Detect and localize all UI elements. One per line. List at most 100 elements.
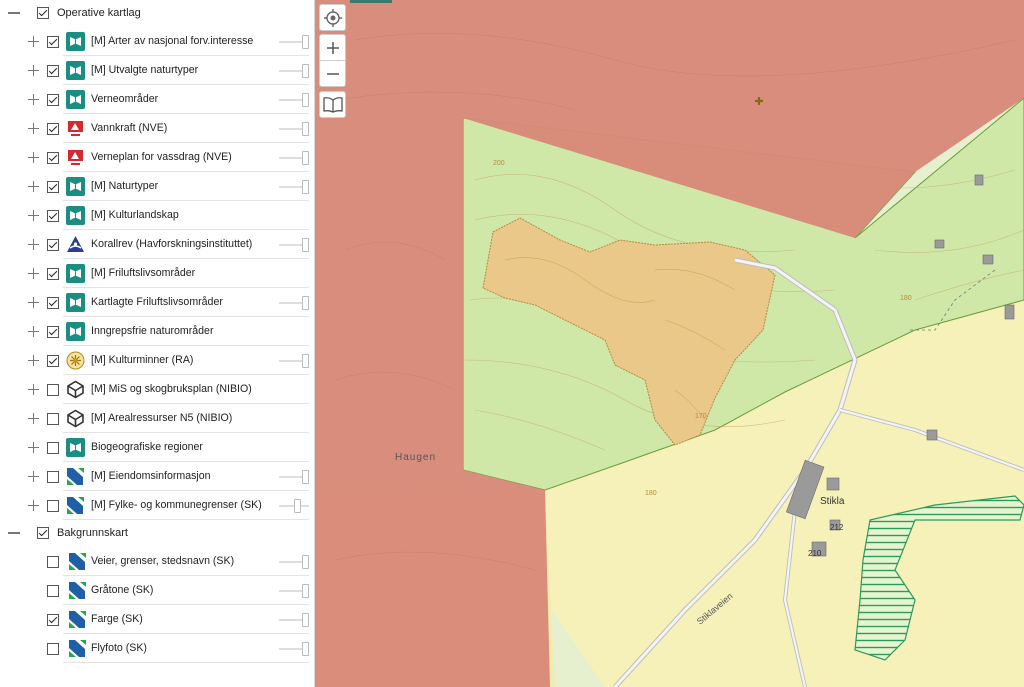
opacity-slider[interactable] xyxy=(279,354,309,368)
layer-row[interactable]: [M] Eiendomsinformasjon xyxy=(0,462,314,491)
opacity-slider[interactable] xyxy=(279,35,309,49)
zoom-in-button[interactable] xyxy=(319,34,346,61)
layer-checkbox[interactable] xyxy=(47,442,59,454)
layer-row[interactable]: Vannkraft (NVE) xyxy=(0,114,314,143)
layer-label: Korallrev (Havforskningsinstituttet) xyxy=(91,238,253,250)
layer-label: Kartlagte Friluftslivsområder xyxy=(91,296,223,308)
expand-layer-icon[interactable] xyxy=(28,355,39,366)
layer-checkbox[interactable] xyxy=(47,268,59,280)
layer-row[interactable]: Verneområder xyxy=(0,85,314,114)
layer-checkbox[interactable] xyxy=(47,500,59,512)
layer-row[interactable]: Korallrev (Havforskningsinstituttet) xyxy=(0,230,314,259)
nve-icon xyxy=(66,148,85,167)
building-number: 210 xyxy=(808,549,822,558)
layer-checkbox[interactable] xyxy=(47,123,59,135)
expand-layer-icon[interactable] xyxy=(28,442,39,453)
layer-label: Biogeografiske regioner xyxy=(91,441,203,453)
expand-layer-icon[interactable] xyxy=(28,181,39,192)
expand-layer-icon[interactable] xyxy=(28,152,39,163)
layer-label: [M] Arter av nasjonal forv.interesse xyxy=(91,35,254,47)
expand-layer-icon[interactable] xyxy=(28,471,39,482)
opacity-slider[interactable] xyxy=(279,296,309,310)
layer-row[interactable]: Inngrepsfrie naturområder xyxy=(0,317,314,346)
opacity-slider[interactable] xyxy=(279,180,309,194)
layer-checkbox[interactable] xyxy=(47,36,59,48)
layer-label: [M] MiS og skogbruksplan (NIBIO) xyxy=(91,383,252,395)
layer-checkbox[interactable] xyxy=(47,210,59,222)
layer-row[interactable]: Farge (SK) xyxy=(0,605,314,634)
opacity-slider[interactable] xyxy=(279,584,309,598)
layer-row[interactable]: [M] Utvalgte naturtyper xyxy=(0,56,314,85)
layer-checkbox[interactable] xyxy=(47,65,59,77)
layer-row[interactable]: [M] Kulturlandskap xyxy=(0,201,314,230)
layer-row[interactable]: Verneplan for vassdrag (NVE) xyxy=(0,143,314,172)
expand-layer-icon[interactable] xyxy=(28,413,39,424)
opacity-slider[interactable] xyxy=(279,642,309,656)
collapse-toggle-icon[interactable] xyxy=(7,6,21,20)
layer-checkbox[interactable] xyxy=(47,384,59,396)
layer-checkbox[interactable] xyxy=(47,239,59,251)
expand-layer-icon[interactable] xyxy=(28,268,39,279)
opacity-slider[interactable] xyxy=(279,555,309,569)
miljo-icon xyxy=(66,32,85,51)
layer-label: [M] Kulturlandskap xyxy=(91,209,179,221)
layer-checkbox[interactable] xyxy=(47,643,59,655)
map-view[interactable]: Haugen Stikla Stiklaveien 212 210 200 18… xyxy=(315,0,1024,687)
layer-checkbox[interactable] xyxy=(47,94,59,106)
group-checkbox[interactable] xyxy=(37,527,49,539)
opacity-slider[interactable] xyxy=(279,93,309,107)
map-canvas[interactable]: Haugen Stikla Stiklaveien 212 210 200 18… xyxy=(315,0,1024,687)
expand-layer-icon[interactable] xyxy=(28,239,39,250)
expand-layer-icon[interactable] xyxy=(28,123,39,134)
expand-layer-icon[interactable] xyxy=(28,500,39,511)
layer-checkbox[interactable] xyxy=(47,326,59,338)
layer-checkbox[interactable] xyxy=(47,413,59,425)
miljo-icon xyxy=(66,322,85,341)
expand-layer-icon[interactable] xyxy=(28,65,39,76)
layer-row[interactable]: Gråtone (SK) xyxy=(0,576,314,605)
layer-label: [M] Arealressurser N5 (NIBIO) xyxy=(91,412,233,424)
legend-button[interactable] xyxy=(319,91,346,118)
miljo-icon xyxy=(66,438,85,457)
layer-row[interactable]: Flyfoto (SK) xyxy=(0,634,314,663)
zoom-out-button[interactable] xyxy=(319,60,346,87)
layer-row[interactable]: Veier, grenser, stedsnavn (SK) xyxy=(0,547,314,576)
expand-layer-icon[interactable] xyxy=(28,94,39,105)
opacity-slider[interactable] xyxy=(279,122,309,136)
expand-layer-icon[interactable] xyxy=(28,36,39,47)
miljo-icon xyxy=(66,177,85,196)
layer-checkbox[interactable] xyxy=(47,355,59,367)
opacity-slider[interactable] xyxy=(279,151,309,165)
contour-label: 170 xyxy=(695,413,707,420)
expand-layer-icon[interactable] xyxy=(28,326,39,337)
layer-row[interactable]: Kartlagte Friluftslivsområder xyxy=(0,288,314,317)
layer-row[interactable]: [M] Naturtyper xyxy=(0,172,314,201)
opacity-slider[interactable] xyxy=(279,64,309,78)
layer-checkbox[interactable] xyxy=(47,297,59,309)
layer-row[interactable]: [M] MiS og skogbruksplan (NIBIO) xyxy=(0,375,314,404)
layer-checkbox[interactable] xyxy=(47,471,59,483)
layer-checkbox[interactable] xyxy=(47,556,59,568)
layer-checkbox[interactable] xyxy=(47,585,59,597)
opacity-slider[interactable] xyxy=(279,613,309,627)
opacity-slider[interactable] xyxy=(279,499,309,513)
layer-row[interactable]: [M] Friluftslivsområder xyxy=(0,259,314,288)
layer-row[interactable]: Biogeografiske regioner xyxy=(0,433,314,462)
expand-layer-icon[interactable] xyxy=(28,297,39,308)
expand-layer-icon[interactable] xyxy=(28,210,39,221)
layer-checkbox[interactable] xyxy=(47,181,59,193)
collapse-toggle-icon[interactable] xyxy=(7,526,21,540)
miljo-icon xyxy=(66,61,85,80)
expand-layer-icon[interactable] xyxy=(28,384,39,395)
layer-row[interactable]: [M] Arter av nasjonal forv.interesse xyxy=(0,27,314,56)
locate-button[interactable] xyxy=(319,4,346,31)
opacity-slider[interactable] xyxy=(279,470,309,484)
layer-row[interactable]: [M] Arealressurser N5 (NIBIO) xyxy=(0,404,314,433)
layer-checkbox[interactable] xyxy=(47,614,59,626)
layer-checkbox[interactable] xyxy=(47,152,59,164)
layer-group-label: Bakgrunnskart xyxy=(57,527,128,539)
layer-row[interactable]: [M] Fylke- og kommunegrenser (SK) xyxy=(0,491,314,520)
group-checkbox[interactable] xyxy=(37,7,49,19)
layer-row[interactable]: [M] Kulturminner (RA) xyxy=(0,346,314,375)
opacity-slider[interactable] xyxy=(279,238,309,252)
